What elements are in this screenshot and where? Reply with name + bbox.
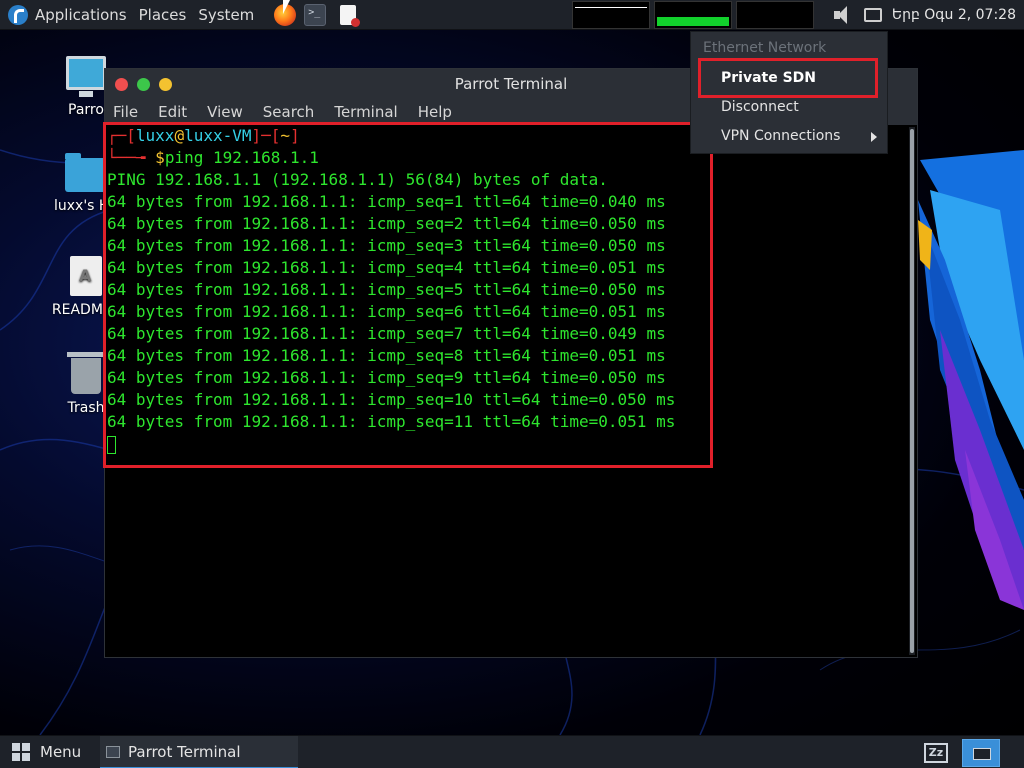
taskbar-item-label: Parrot Terminal bbox=[128, 742, 241, 761]
menu-terminal[interactable]: Terminal bbox=[330, 103, 397, 121]
output-line: 64 bytes from 192.168.1.1: icmp_seq=2 tt… bbox=[107, 214, 666, 233]
menu-file[interactable]: File bbox=[109, 103, 138, 121]
terminal-launcher-icon[interactable] bbox=[304, 3, 327, 26]
home-folder-icon bbox=[65, 153, 107, 192]
document-icon bbox=[70, 256, 102, 296]
terminal-scrollbar[interactable] bbox=[909, 127, 915, 655]
prompt-user: luxx bbox=[135, 126, 175, 145]
output-line: 64 bytes from 192.168.1.1: icmp_seq=4 tt… bbox=[107, 258, 666, 277]
prompt-host: luxx-VM bbox=[184, 126, 252, 145]
minimize-button[interactable] bbox=[159, 77, 172, 91]
prompt-dir: ~ bbox=[280, 126, 291, 145]
submenu-arrow-icon bbox=[871, 132, 877, 142]
parrot-logo-icon bbox=[8, 4, 28, 25]
clock[interactable]: Երբ Օգս 2, 07:28 bbox=[892, 7, 1024, 23]
menu-view[interactable]: View bbox=[203, 103, 243, 121]
output-line: PING 192.168.1.1 (192.168.1.1) 56(84) by… bbox=[107, 170, 608, 189]
system-monitor-graphs[interactable] bbox=[572, 1, 814, 29]
parrot-wing-graphic bbox=[918, 150, 1024, 610]
network-graph bbox=[736, 1, 814, 29]
menu-header-ethernet: Ethernet Network bbox=[703, 40, 827, 56]
mouse-pointer-icon bbox=[283, 0, 297, 14]
applications-menu[interactable]: Applications bbox=[0, 0, 133, 30]
menu-item-vpn-label: VPN Connections bbox=[721, 128, 841, 144]
menu-button[interactable]: Menu bbox=[40, 743, 81, 761]
memory-graph bbox=[654, 1, 732, 29]
output-line: 64 bytes from 192.168.1.1: icmp_seq=3 tt… bbox=[107, 236, 666, 255]
network-icon[interactable] bbox=[863, 8, 882, 22]
menu-item-vpn-connections[interactable]: VPN Connections bbox=[691, 122, 887, 151]
output-line: 64 bytes from 192.168.1.1: icmp_seq=8 tt… bbox=[107, 346, 666, 365]
computer-icon bbox=[66, 56, 106, 97]
volume-icon[interactable] bbox=[832, 4, 858, 26]
output-line: 64 bytes from 192.168.1.1: icmp_seq=5 tt… bbox=[107, 280, 666, 299]
maximize-button[interactable] bbox=[137, 77, 150, 91]
terminal-output[interactable]: ┌─[luxx@luxx-VM]─[~] └──╼ $ping 192.168.1… bbox=[105, 125, 907, 657]
cpu-graph bbox=[572, 1, 650, 29]
apps-grid-icon[interactable] bbox=[12, 743, 30, 761]
sleep-zz-icon[interactable]: Zz bbox=[924, 742, 948, 763]
output-line: 64 bytes from 192.168.1.1: icmp_seq=7 tt… bbox=[107, 324, 666, 343]
network-dropdown-menu: Ethernet Network Private SDN Disconnect … bbox=[690, 31, 888, 154]
taskbar-item-terminal[interactable]: Parrot Terminal bbox=[100, 736, 298, 768]
top-panel: Applications Places System Երբ Օգս 2, 07… bbox=[0, 0, 1024, 30]
text-editor-launcher-icon[interactable] bbox=[340, 4, 361, 27]
menu-help[interactable]: Help bbox=[414, 103, 452, 121]
menu-search[interactable]: Search bbox=[259, 103, 315, 121]
system-menu[interactable]: System bbox=[192, 0, 260, 30]
output-line: 64 bytes from 192.168.1.1: icmp_seq=9 tt… bbox=[107, 368, 666, 387]
output-line: 64 bytes from 192.168.1.1: icmp_seq=11 t… bbox=[107, 412, 676, 431]
close-button[interactable] bbox=[115, 77, 128, 91]
text-cursor bbox=[107, 435, 116, 454]
trash-icon bbox=[67, 352, 105, 394]
menu-item-private-sdn[interactable]: Private SDN bbox=[691, 64, 887, 93]
menu-item-disconnect[interactable]: Disconnect bbox=[691, 93, 887, 122]
menu-edit[interactable]: Edit bbox=[154, 103, 187, 121]
terminal-window[interactable]: Parrot Terminal File Edit View Search Te… bbox=[104, 68, 918, 658]
output-line: 64 bytes from 192.168.1.1: icmp_seq=10 t… bbox=[107, 390, 676, 409]
output-line: 64 bytes from 192.168.1.1: icmp_seq=1 tt… bbox=[107, 192, 666, 211]
applications-label: Applications bbox=[35, 5, 127, 24]
terminal-icon bbox=[106, 745, 120, 758]
output-line: 64 bytes from 192.168.1.1: icmp_seq=6 tt… bbox=[107, 302, 666, 321]
workspace-switcher[interactable] bbox=[962, 738, 1000, 767]
places-menu[interactable]: Places bbox=[133, 0, 193, 30]
bottom-taskbar: Menu Parrot Terminal Zz bbox=[0, 735, 1024, 768]
command-text: ping 192.168.1.1 bbox=[164, 148, 319, 167]
